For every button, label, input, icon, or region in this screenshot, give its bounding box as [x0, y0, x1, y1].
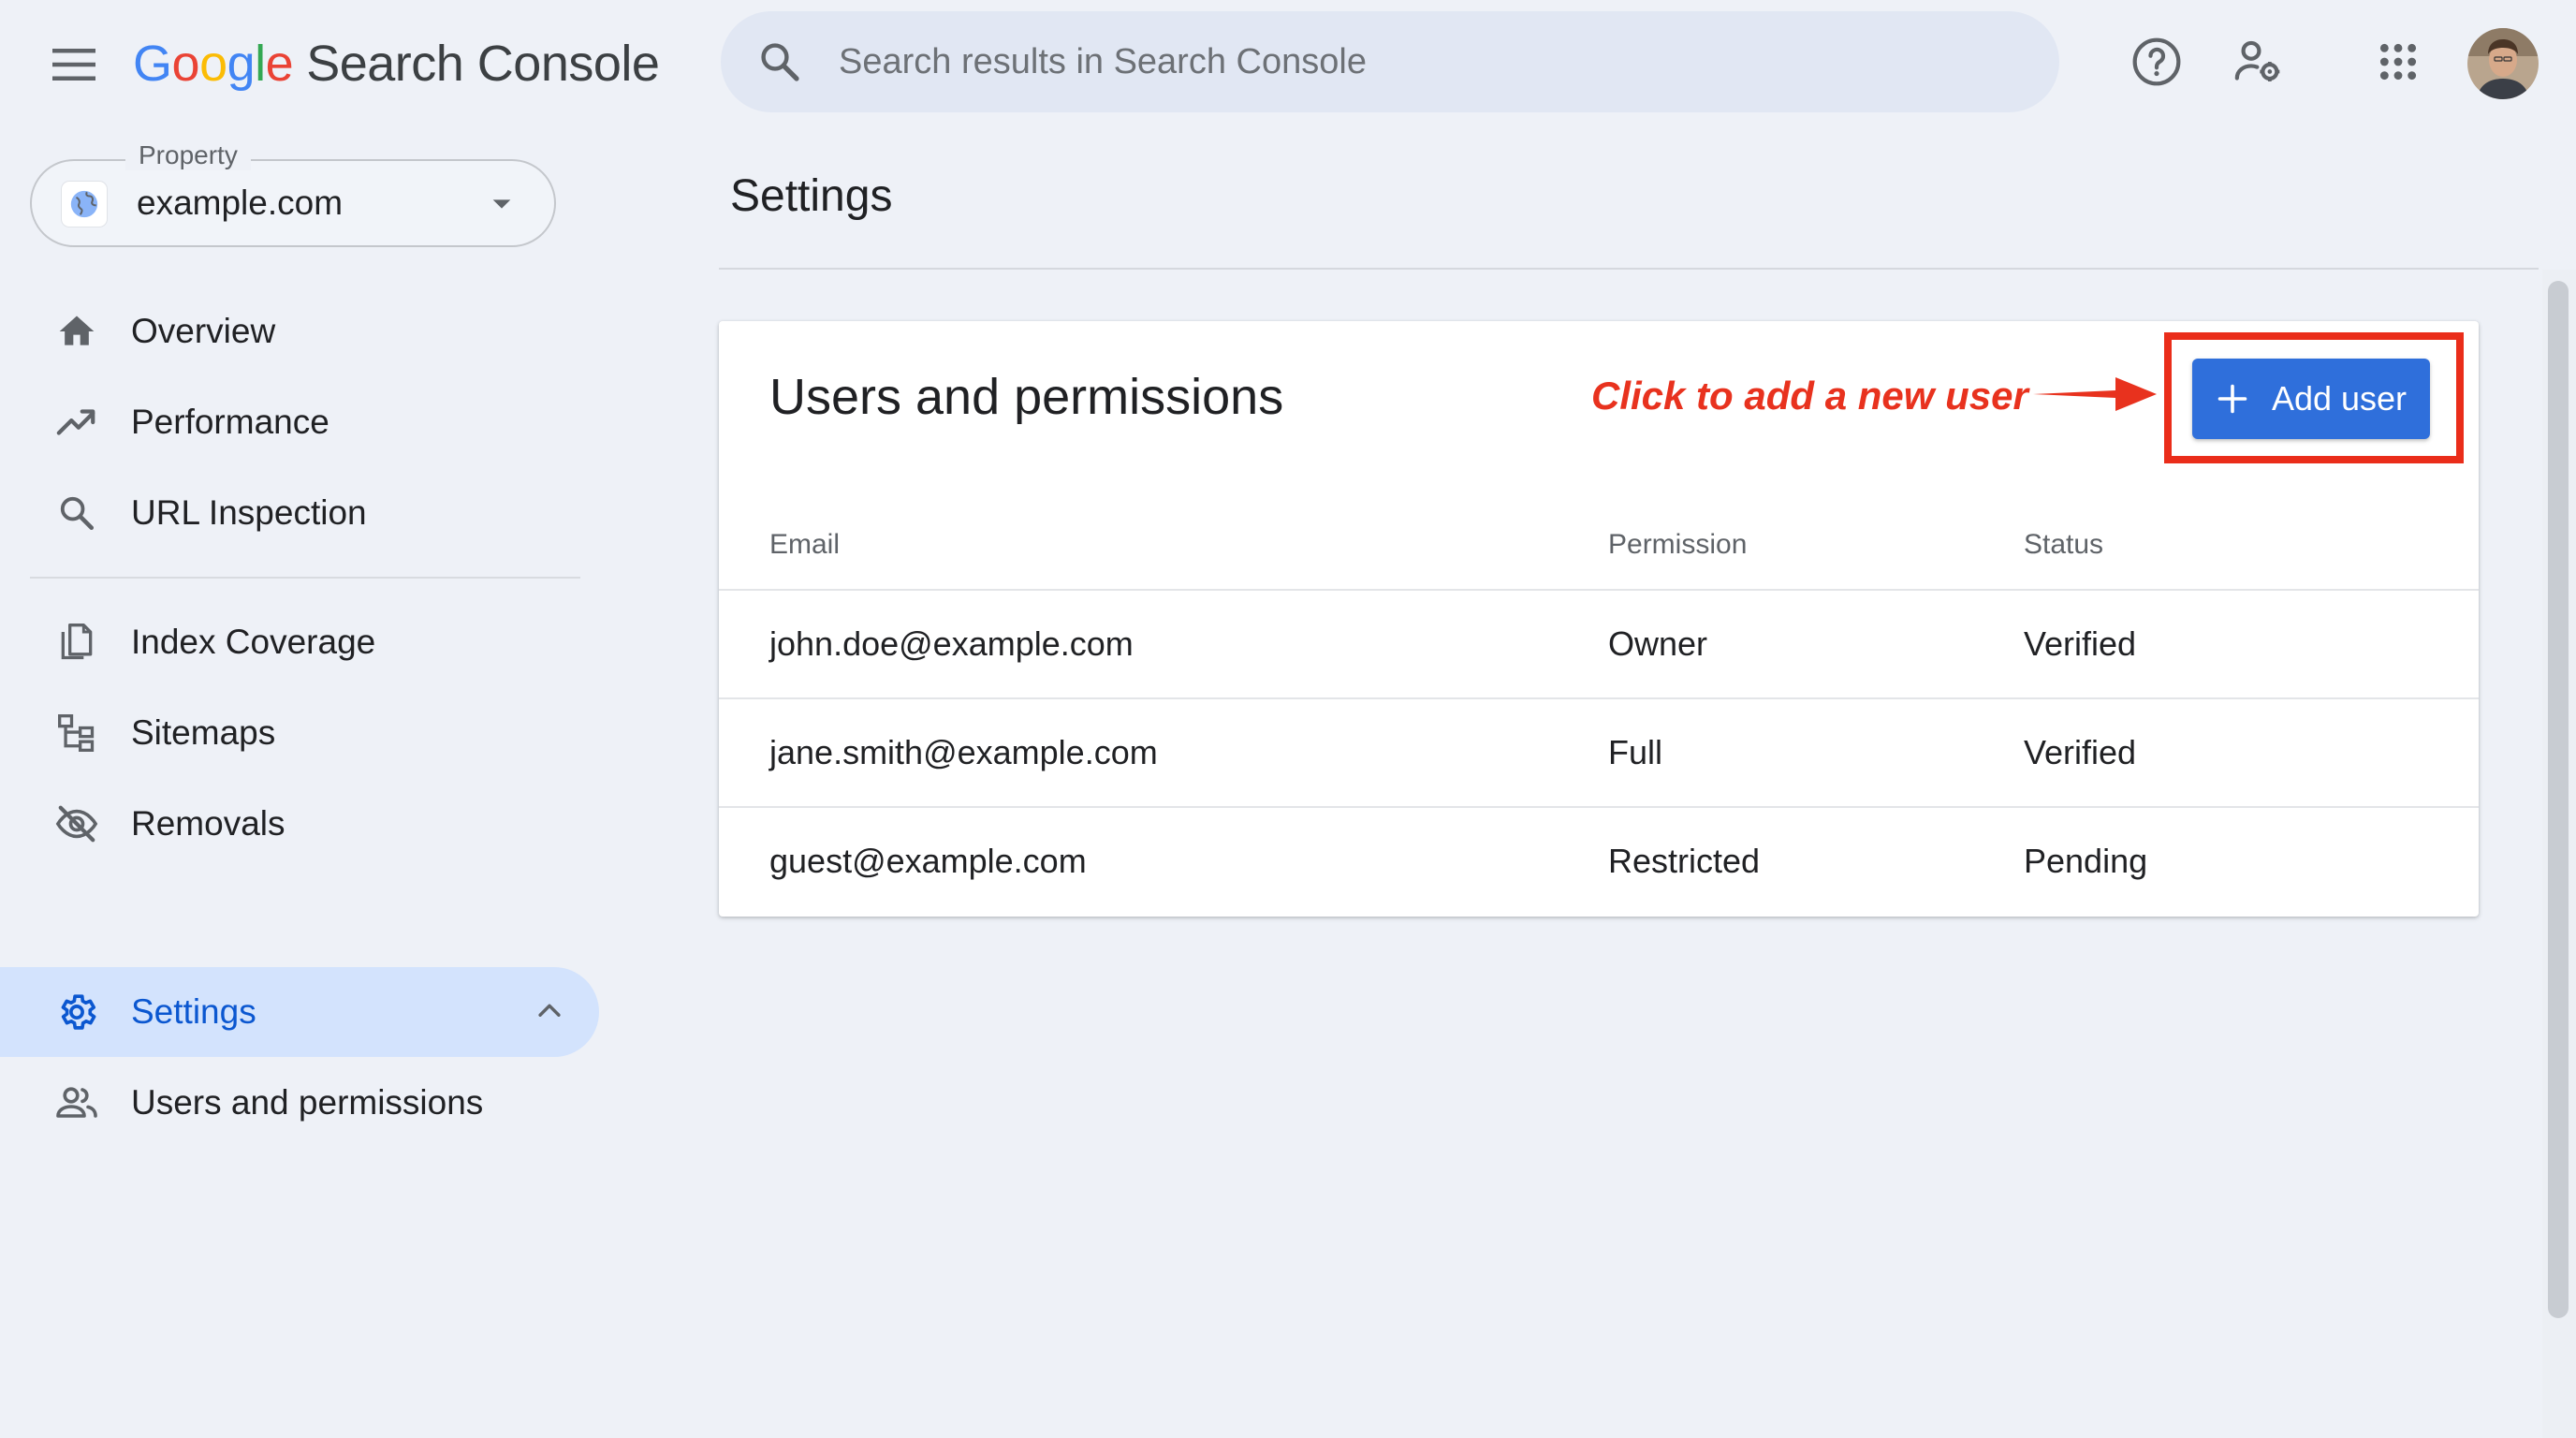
user-permission: Full [1608, 733, 1663, 771]
sidebar-item-label: Settings [131, 992, 256, 1031]
table-row[interactable]: john.doe@example.com Owner Verified [719, 591, 2479, 699]
sidebar-item-label: URL Inspection [131, 493, 367, 532]
annotation-arrow-icon [2033, 377, 2157, 411]
logo-letter: o [171, 36, 200, 92]
dropdown-caret-icon [489, 191, 515, 217]
sidebar-item-label: Removals [131, 804, 285, 843]
user-status: Pending [2024, 842, 2148, 880]
search-input[interactable] [839, 41, 1962, 82]
page-title: Settings [730, 171, 893, 221]
search-icon[interactable] [747, 29, 812, 95]
manage-account-button[interactable] [2224, 28, 2291, 95]
avatar[interactable] [2467, 28, 2539, 99]
column-header-permission[interactable]: Permission [1608, 529, 1747, 561]
trending-up-icon [52, 398, 101, 447]
globe-icon [62, 182, 107, 227]
user-permission: Owner [1608, 624, 1708, 663]
header-divider [719, 268, 2539, 270]
user-status: Verified [2024, 624, 2137, 663]
annotation-callout: Click to add a new user [1591, 374, 2028, 418]
user-email: guest@example.com [769, 842, 1087, 880]
user-avatar-icon [2467, 28, 2539, 99]
apps-grid-icon [2379, 43, 2417, 81]
sidebar-divider [30, 577, 580, 579]
hamburger-menu-icon [52, 49, 95, 81]
product-name: Search Console [306, 36, 660, 92]
users-permissions-card: Users and permissions Click to add a new… [719, 321, 2479, 917]
sidebar-item-label: Overview [131, 312, 276, 350]
table-row[interactable]: jane.smith@example.com Full Verified [719, 699, 2479, 808]
sidebar-item-label: Sitemaps [131, 713, 276, 752]
logo-letter: l [255, 36, 266, 92]
gear-icon [52, 988, 101, 1036]
user-permission: Restricted [1608, 842, 1761, 880]
user-status: Verified [2024, 733, 2137, 771]
user-email: john.doe@example.com [769, 624, 1134, 663]
sitemap-icon [52, 709, 101, 757]
plus-icon [2217, 384, 2247, 414]
visibility-off-icon [52, 800, 101, 848]
logo-letter: g [227, 36, 256, 92]
help-button[interactable] [2123, 28, 2190, 95]
home-icon [52, 307, 101, 356]
sidebar-item-label: Performance [131, 403, 329, 441]
chevron-up-icon[interactable] [534, 995, 565, 1027]
sidebar-item-removals[interactable]: Removals [0, 779, 599, 869]
table-row[interactable]: guest@example.com Restricted Pending [719, 808, 2479, 917]
property-legend: Property [125, 140, 251, 170]
sidebar-item-settings[interactable]: Settings [0, 967, 599, 1057]
add-user-label: Add user [2271, 379, 2408, 418]
manage-account-icon [2234, 40, 2280, 81]
scrollbar-thumb[interactable] [2548, 281, 2569, 1318]
search-icon [52, 489, 101, 537]
sidebar-item-users-and-permissions[interactable]: Users and permissions [0, 1058, 599, 1148]
google-wordmark: Google [133, 35, 294, 93]
sidebar-item-overview[interactable]: Overview [0, 286, 599, 376]
people-icon [52, 1078, 101, 1127]
apps-button[interactable] [2364, 28, 2432, 95]
column-header-email[interactable]: Email [769, 529, 840, 561]
sidebar-item-label: Index Coverage [131, 623, 376, 661]
property-value: example.com [137, 183, 344, 222]
help-icon [2132, 37, 2181, 86]
table-header: Email Permission Status [719, 505, 2479, 591]
column-header-status[interactable]: Status [2024, 529, 2103, 561]
sidebar-item-label: Users and permissions [131, 1083, 484, 1122]
add-user-button[interactable]: Add user [2192, 359, 2430, 439]
sidebar-item-index-coverage[interactable]: Index Coverage [0, 597, 599, 687]
card-title: Users and permissions [769, 369, 1284, 425]
logo-letter: G [133, 36, 172, 92]
logo-letter: e [265, 36, 294, 92]
google-search-console-logo[interactable]: Google Search Console [133, 28, 660, 99]
sidebar-item-sitemaps[interactable]: Sitemaps [0, 688, 599, 778]
user-email: jane.smith@example.com [769, 733, 1158, 771]
search-bar[interactable] [721, 11, 2059, 112]
sidebar-item-url-inspection[interactable]: URL Inspection [0, 468, 599, 558]
logo-letter: o [199, 36, 227, 92]
property-selector[interactable]: Property example.com [30, 140, 556, 247]
file-copy-icon [52, 618, 101, 667]
sidebar-item-performance[interactable]: Performance [0, 377, 599, 467]
main-menu-button[interactable] [41, 32, 107, 97]
